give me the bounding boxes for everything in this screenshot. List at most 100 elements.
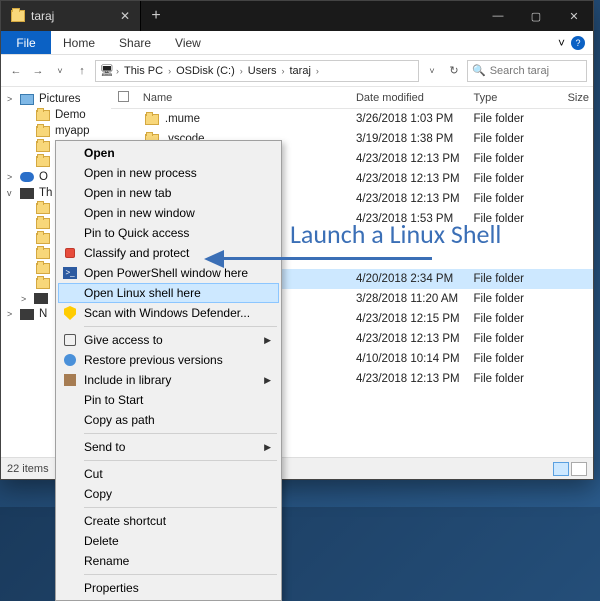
chevron-right-icon[interactable]: › <box>168 66 171 76</box>
sidebar-item-label: N <box>39 308 47 320</box>
chevron-right-icon[interactable]: › <box>282 66 285 76</box>
nav-forward-button[interactable]: → <box>29 62 47 80</box>
details-view-button[interactable] <box>553 462 569 476</box>
folder-icon <box>11 10 25 22</box>
menu-item[interactable]: Open <box>58 143 279 163</box>
chevron-right-icon[interactable]: › <box>316 66 319 76</box>
maximize-button[interactable]: ▢ <box>517 1 555 31</box>
menu-item-label: Include in library <box>84 373 171 387</box>
folder-icon <box>36 156 50 167</box>
folder-icon <box>36 278 50 289</box>
menu-item[interactable]: Copy <box>58 484 279 504</box>
menu-item[interactable]: Include in library▶ <box>58 370 279 390</box>
menu-item[interactable]: Delete <box>58 531 279 551</box>
arrow-head-icon <box>204 250 224 268</box>
tree-toggle-icon[interactable]: > <box>21 294 29 304</box>
refresh-button[interactable]: ↻ <box>445 62 463 80</box>
sidebar-item[interactable]: >Pictures <box>3 91 109 107</box>
menu-separator <box>84 326 277 327</box>
minimize-button[interactable]: — <box>479 1 517 31</box>
file-date: 3/26/2018 1:03 PM <box>356 113 474 125</box>
history-dropdown[interactable]: ˅ <box>51 62 69 80</box>
menu-item[interactable]: Pin to Start <box>58 390 279 410</box>
file-type: File folder <box>473 193 553 205</box>
menu-item[interactable]: Rename <box>58 551 279 571</box>
file-date: 4/23/2018 12:13 PM <box>356 373 474 385</box>
powershell-icon: >_ <box>63 266 77 280</box>
file-type: File folder <box>473 293 553 305</box>
crumb[interactable]: taraj <box>287 65 314 77</box>
ribbon-tab-share[interactable]: Share <box>107 31 163 54</box>
col-size-header[interactable]: Size <box>553 92 593 104</box>
address-bar: ← → ˅ ↑ 🖥 › This PC › OSDisk (C:) › User… <box>1 55 593 87</box>
tree-toggle-icon[interactable]: > <box>7 94 15 104</box>
window-controls: — ▢ ✕ <box>479 1 593 31</box>
file-type: File folder <box>473 133 553 145</box>
folder-icon <box>145 114 159 125</box>
ribbon-tab-home[interactable]: Home <box>51 31 107 54</box>
icons-view-button[interactable] <box>571 462 587 476</box>
menu-item-label: Open in new process <box>84 166 197 180</box>
col-type-header[interactable]: Type <box>473 92 553 104</box>
file-type: File folder <box>473 333 553 345</box>
menu-item[interactable]: Create shortcut <box>58 511 279 531</box>
menu-item-label: Open PowerShell window here <box>84 266 248 280</box>
menu-item-label: Rename <box>84 554 129 568</box>
ribbon-file-tab[interactable]: File <box>1 31 51 54</box>
col-date-header[interactable]: Date modified <box>356 92 474 104</box>
menu-item[interactable]: Open in new process <box>58 163 279 183</box>
menu-item[interactable]: Open in new window <box>58 203 279 223</box>
ribbon-help: ˅ ? <box>550 31 593 54</box>
tree-toggle-icon[interactable]: > <box>7 309 15 319</box>
file-type: File folder <box>473 313 553 325</box>
pictures-icon <box>20 94 34 105</box>
folder-icon <box>36 218 50 229</box>
window-tab[interactable]: taraj ✕ <box>1 1 141 31</box>
menu-item[interactable]: Properties <box>58 578 279 598</box>
sidebar-item[interactable]: myapp <box>3 123 109 139</box>
tab-close-icon[interactable]: ✕ <box>120 9 130 23</box>
help-icon[interactable]: ? <box>571 36 585 50</box>
menu-item[interactable]: Open in new tab <box>58 183 279 203</box>
crumb[interactable]: OSDisk (C:) <box>173 65 238 77</box>
crumb[interactable]: Users <box>245 65 280 77</box>
menu-item[interactable]: Cut <box>58 464 279 484</box>
menu-item-label: Pin to Quick access <box>84 226 189 240</box>
menu-item[interactable]: Open Linux shell here <box>58 283 279 303</box>
pc-icon <box>20 188 34 199</box>
menu-item[interactable]: Scan with Windows Defender... <box>58 303 279 323</box>
menu-item[interactable]: Copy as path <box>58 410 279 430</box>
chevron-right-icon[interactable]: › <box>116 66 119 76</box>
file-date: 4/23/2018 12:13 PM <box>356 173 474 185</box>
crumb[interactable]: This PC <box>121 65 166 77</box>
file-row[interactable]: .mume3/26/2018 1:03 PMFile folder <box>111 109 593 129</box>
file-date: 4/23/2018 12:13 PM <box>356 333 474 345</box>
nav-back-button[interactable]: ← <box>7 62 25 80</box>
menu-item[interactable]: Classify and protect <box>58 243 279 263</box>
menu-item[interactable]: Restore previous versions <box>58 350 279 370</box>
annotation-text: Launch a Linux Shell <box>290 218 501 250</box>
select-all-checkbox[interactable] <box>118 91 129 102</box>
breadcrumb[interactable]: 🖥 › This PC › OSDisk (C:) › Users › tara… <box>95 60 419 82</box>
file-date: 4/23/2018 12:15 PM <box>356 313 474 325</box>
folder-icon <box>36 233 50 244</box>
ribbon-caret-icon[interactable]: ˅ <box>558 36 565 50</box>
menu-item[interactable]: Give access to▶ <box>58 330 279 350</box>
close-button[interactable]: ✕ <box>555 1 593 31</box>
tree-toggle-icon[interactable]: > <box>7 172 15 182</box>
tree-toggle-icon[interactable]: v <box>7 188 15 198</box>
search-input[interactable]: 🔍 Search taraj <box>467 60 587 82</box>
new-tab-button[interactable]: + <box>141 7 171 25</box>
menu-item[interactable]: Send to▶ <box>58 437 279 457</box>
nav-up-button[interactable]: ↑ <box>73 62 91 80</box>
ribbon-tab-view[interactable]: View <box>163 31 213 54</box>
sidebar-item[interactable]: Demo <box>3 107 109 123</box>
sidebar-item-label: O <box>39 171 48 183</box>
chevron-right-icon[interactable]: › <box>240 66 243 76</box>
view-mode-switcher <box>553 462 587 476</box>
col-name-header[interactable]: Name <box>137 92 356 104</box>
file-type: File folder <box>473 273 553 285</box>
address-dropdown[interactable]: ˅ <box>423 62 441 80</box>
menu-item[interactable]: Pin to Quick access <box>58 223 279 243</box>
menu-item[interactable]: >_ Open PowerShell window here <box>58 263 279 283</box>
